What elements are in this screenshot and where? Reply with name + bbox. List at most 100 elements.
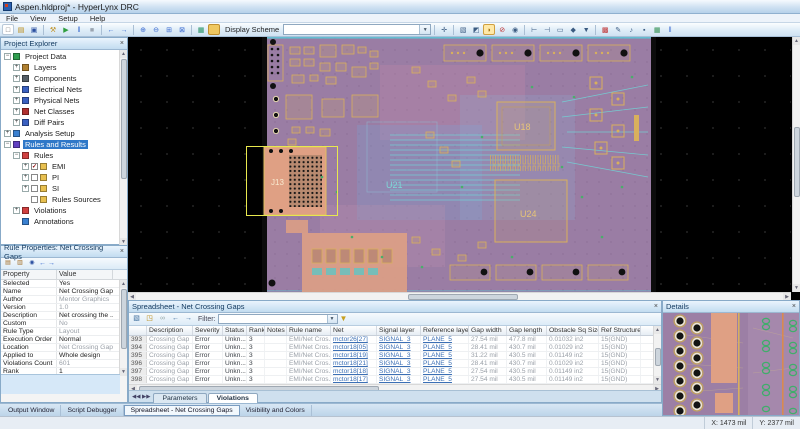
forward-icon[interactable]: →: [183, 314, 194, 324]
column-header-severity[interactable]: Severity: [193, 326, 223, 335]
cell-reference-layer[interactable]: PLANE_5: [421, 352, 469, 359]
close-icon[interactable]: ×: [654, 303, 658, 310]
row-number[interactable]: 393: [129, 336, 147, 343]
tree-item-rules-and-results[interactable]: − Rules and Results: [1, 139, 119, 150]
scroll-thumb[interactable]: [655, 348, 661, 366]
close-icon[interactable]: ×: [120, 248, 124, 255]
property-value[interactable]: Net Crossing Gap...: [57, 344, 113, 351]
tree-vscrollbar[interactable]: ▲ ▼: [119, 50, 127, 246]
property-value[interactable]: 1.0: [57, 304, 113, 311]
minus-expander-icon[interactable]: −: [13, 152, 20, 159]
minus-expander-icon[interactable]: −: [4, 53, 11, 60]
value-column-header[interactable]: Value: [57, 270, 113, 279]
plus-expander-icon[interactable]: +: [13, 86, 20, 93]
violation-row-393[interactable]: 393 Crossing Gap Error Unkn... 3 EMI/Net Cros…: [129, 336, 653, 344]
table-vscrollbar[interactable]: ▲ ▼: [653, 326, 661, 384]
tree-item-diff-pairs[interactable]: + Diff Pairs: [1, 117, 119, 128]
tree-item-emi[interactable]: + ✓ EMI: [1, 161, 119, 172]
property-pages-icon[interactable]: ◉: [27, 259, 37, 268]
plus-expander-icon[interactable]: +: [22, 174, 29, 181]
forward-icon[interactable]: →: [118, 24, 130, 35]
categorize-icon[interactable]: ▤: [3, 259, 13, 268]
no-entry-icon[interactable]: ⊘: [496, 24, 508, 35]
tree-item-project-data[interactable]: − Project Data: [1, 51, 119, 62]
scroll-thumb[interactable]: [121, 289, 127, 349]
plus-expander-icon[interactable]: +: [13, 75, 20, 82]
minus-expander-icon[interactable]: −: [4, 141, 11, 148]
cell-signal-layer[interactable]: SIGNAL_3: [377, 376, 421, 383]
plus-expander-icon[interactable]: +: [4, 130, 11, 137]
script-icon[interactable]: ♪: [625, 24, 637, 35]
pause-icon[interactable]: ‖: [73, 24, 85, 35]
row-number[interactable]: 396: [129, 360, 147, 367]
cell-reference-layer[interactable]: PLANE_5: [421, 344, 469, 351]
marker-dropdown-icon[interactable]: ▼: [580, 24, 592, 35]
tab-parameters[interactable]: Parameters: [153, 393, 207, 403]
probe-icon[interactable]: ⊢: [528, 24, 540, 35]
colors-icon[interactable]: ▩: [599, 24, 611, 35]
cell-net[interactable]: mctor26[27]: [331, 336, 377, 343]
table-icon[interactable]: ▦: [651, 24, 663, 35]
scroll-up-arrow[interactable]: ▲: [120, 50, 127, 58]
plus-expander-icon[interactable]: +: [13, 207, 20, 214]
title-bar[interactable]: Aspen.hldproj* - HyperLynx DRC: [0, 0, 800, 14]
select-icon[interactable]: ▧: [457, 24, 469, 35]
tree-item-rules-sources[interactable]: Rules Sources: [1, 194, 119, 205]
back-icon[interactable]: ←: [39, 260, 46, 267]
board-view-icon[interactable]: ▦: [195, 24, 207, 35]
column-header-reference-layer[interactable]: Reference layer: [421, 326, 469, 335]
cell-net[interactable]: mctor18[18]: [331, 368, 377, 375]
zoom-area-icon[interactable]: ⊞: [163, 24, 175, 35]
row-number[interactable]: 395: [129, 352, 147, 359]
column-header-gap-width[interactable]: Gap width: [469, 326, 507, 335]
measure-icon[interactable]: ▭: [554, 24, 566, 35]
filter-funnel-icon[interactable]: ▼: [340, 314, 348, 324]
property-row-applied-to[interactable]: Applied to Whole design: [1, 352, 119, 360]
property-value[interactable]: No: [57, 320, 113, 327]
column-header-status[interactable]: Status: [223, 326, 247, 335]
plus-expander-icon[interactable]: +: [13, 119, 20, 126]
tree-item-annotations[interactable]: Annotations: [1, 216, 119, 227]
mask-icon[interactable]: ◉: [509, 24, 521, 35]
forward-icon[interactable]: →: [48, 260, 55, 267]
plus-expander-icon[interactable]: +: [13, 108, 20, 115]
checkbox-unchecked[interactable]: [31, 196, 38, 203]
property-value[interactable]: Mentor Graphics: [57, 296, 113, 303]
options-icon[interactable]: ▪: [638, 24, 650, 35]
details-view[interactable]: [663, 313, 799, 415]
probe-2-icon[interactable]: ⊣: [541, 24, 553, 35]
column-header-ref-structure[interactable]: Ref Structure: [599, 326, 641, 335]
property-row-custom[interactable]: Custom No: [1, 320, 119, 328]
column-header-rank[interactable]: Rank: [247, 326, 265, 335]
cell-net[interactable]: mctor18[21]: [331, 360, 377, 367]
cell-signal-layer[interactable]: SIGNAL_3: [377, 344, 421, 351]
highlight-icon[interactable]: ◩: [470, 24, 482, 35]
property-row-version[interactable]: Version 1.0: [1, 304, 119, 312]
checkbox-unchecked[interactable]: [31, 185, 38, 192]
close-icon[interactable]: ×: [792, 303, 796, 310]
property-value[interactable]: Whole design: [57, 352, 113, 359]
link-icon[interactable]: ∞: [157, 314, 168, 324]
back-icon[interactable]: ←: [170, 314, 181, 324]
back-icon[interactable]: ←: [105, 24, 117, 35]
tree-item-si[interactable]: + SI: [1, 183, 119, 194]
cell-reference-layer[interactable]: PLANE_5: [421, 368, 469, 375]
scroll-left-arrow[interactable]: ◀: [128, 293, 136, 300]
property-row-description[interactable]: Description Net crossing the ...: [1, 312, 119, 320]
zoom-fit-icon[interactable]: ⊠: [176, 24, 188, 35]
property-value[interactable]: Normal: [57, 336, 113, 343]
column-header-obstacle-sq-size[interactable]: Obstacle Sq Size: [547, 326, 599, 335]
stop-icon[interactable]: ■: [86, 24, 98, 35]
layout-canvas[interactable]: U21 J13 U18 U24: [128, 37, 791, 292]
save-icon[interactable]: ▣: [28, 24, 40, 35]
property-row-location[interactable]: Location Net Crossing Gap...: [1, 344, 119, 352]
property-value[interactable]: 601: [57, 360, 113, 367]
scroll-thumb[interactable]: [121, 59, 127, 179]
property-row-rule-type[interactable]: Rule Type Layout: [1, 328, 119, 336]
tree-item-pi[interactable]: + PI: [1, 172, 119, 183]
tree-item-physical-nets[interactable]: + Physical Nets: [1, 95, 119, 106]
cell-reference-layer[interactable]: PLANE_5: [421, 376, 469, 383]
chevron-down-icon[interactable]: ▼: [326, 315, 337, 323]
tree-item-layers[interactable]: + Layers: [1, 62, 119, 73]
close-icon[interactable]: ×: [120, 40, 124, 47]
